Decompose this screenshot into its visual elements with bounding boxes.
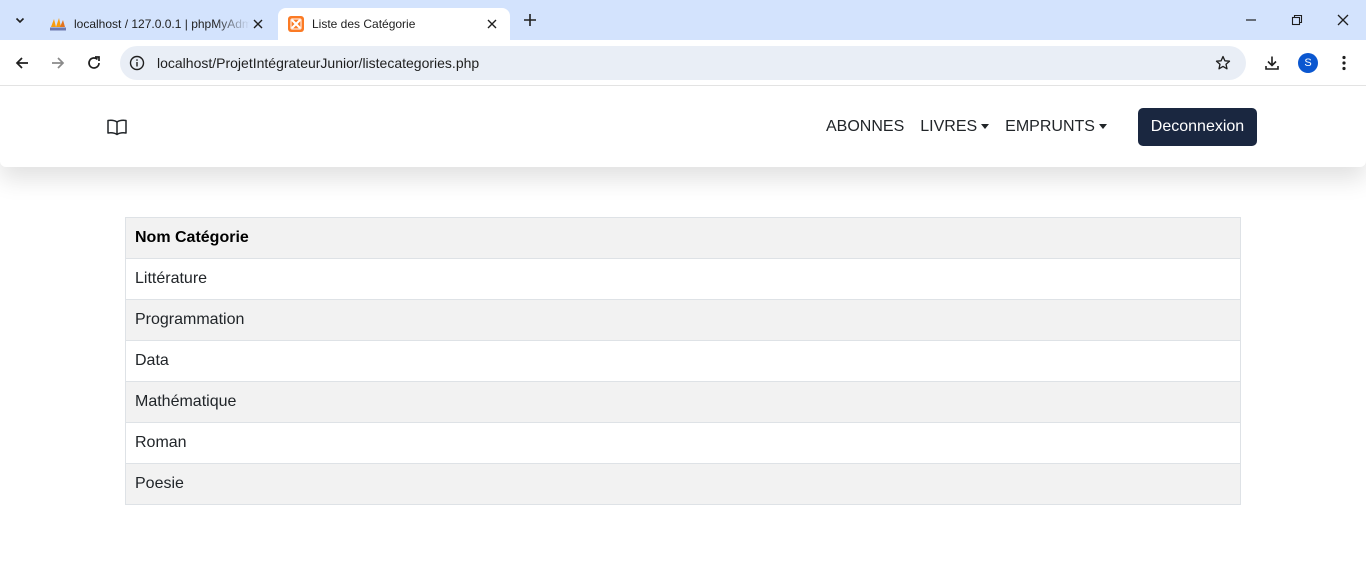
table-cell: Mathématique (125, 381, 1241, 423)
arrow-right-icon (52, 57, 65, 69)
nav-link-label: ABONNES (826, 118, 905, 135)
close-window-button[interactable] (1320, 0, 1366, 40)
table-cell: Data (125, 340, 1241, 382)
restore-icon (1291, 14, 1303, 26)
table-row: Data (125, 340, 1241, 382)
page-viewport: ABONNES LIVRES EMPRUNTS Deconnexion Nom … (0, 87, 1366, 588)
tab-title: Liste des Catégorie (312, 17, 416, 31)
plus-icon (524, 14, 536, 26)
xampp-icon (288, 16, 304, 32)
close-icon (1337, 14, 1349, 26)
site-navbar: ABONNES LIVRES EMPRUNTS Deconnexion (0, 87, 1366, 167)
close-icon[interactable] (484, 16, 500, 32)
browser-toolbar: localhost/ProjetIntégrateurJunior/listec… (0, 40, 1366, 86)
table-cell: Programmation (125, 299, 1241, 341)
minimize-icon (1246, 19, 1256, 21)
table-row: Roman (125, 422, 1241, 464)
table-row: Mathématique (125, 381, 1241, 423)
reload-button[interactable] (78, 47, 110, 79)
nav-link-label: EMPRUNTS (1005, 118, 1095, 135)
site-info-icon[interactable] (120, 46, 154, 80)
forward-button[interactable] (42, 47, 74, 79)
bookmark-star-icon[interactable] (1206, 46, 1240, 80)
browser-menu-button[interactable] (1328, 47, 1360, 79)
phpmyadmin-icon (50, 16, 66, 32)
tab-liste-categorie[interactable]: Liste des Catégorie (278, 8, 510, 40)
categories-table: Nom Catégorie Littérature Programmation … (125, 217, 1241, 505)
table-row: Programmation (125, 299, 1241, 341)
nav-dropdown-emprunts[interactable]: EMPRUNTS (1005, 118, 1107, 136)
tab-phpmyadmin[interactable]: localhost / 127.0.0.1 | phpMyAdmin (40, 8, 276, 40)
new-tab-button[interactable] (518, 8, 542, 32)
logout-button[interactable]: Deconnexion (1138, 108, 1257, 146)
restore-button[interactable] (1274, 0, 1320, 40)
column-header-nom-categorie: Nom Catégorie (125, 217, 1241, 259)
more-vertical-icon (1342, 55, 1346, 71)
nav-links: ABONNES LIVRES EMPRUNTS (826, 87, 1123, 167)
profile-avatar[interactable]: S (1298, 53, 1318, 73)
back-button[interactable] (6, 47, 38, 79)
chevron-down-icon (15, 17, 25, 24)
caret-down-icon (981, 123, 990, 129)
tab-search-button[interactable] (8, 8, 32, 32)
tab-title: localhost / 127.0.0.1 | phpMyAdmin (74, 17, 250, 31)
downloads-button[interactable] (1256, 47, 1288, 79)
minimize-button[interactable] (1228, 0, 1274, 40)
reload-icon (88, 56, 100, 69)
open-book-icon[interactable] (106, 117, 128, 137)
address-bar[interactable]: localhost/ProjetIntégrateurJunior/listec… (120, 46, 1246, 80)
table-cell: Poesie (125, 463, 1241, 505)
nav-dropdown-livres[interactable]: LIVRES (920, 118, 990, 136)
browser-tabstrip: localhost / 127.0.0.1 | phpMyAdmin Liste… (0, 0, 1366, 40)
table-header-row: Nom Catégorie (125, 217, 1241, 259)
caret-down-icon (1098, 123, 1107, 129)
arrow-left-icon (15, 57, 28, 69)
table-row: Poesie (125, 463, 1241, 505)
table-row: Littérature (125, 258, 1241, 300)
table-cell: Roman (125, 422, 1241, 464)
nav-link-label: LIVRES (920, 118, 978, 135)
download-icon (1265, 56, 1279, 70)
url-text[interactable]: localhost/ProjetIntégrateurJunior/listec… (157, 55, 1206, 71)
table-cell: Littérature (125, 258, 1241, 300)
close-icon[interactable] (250, 16, 266, 32)
nav-link-abonnes[interactable]: ABONNES (826, 118, 904, 136)
